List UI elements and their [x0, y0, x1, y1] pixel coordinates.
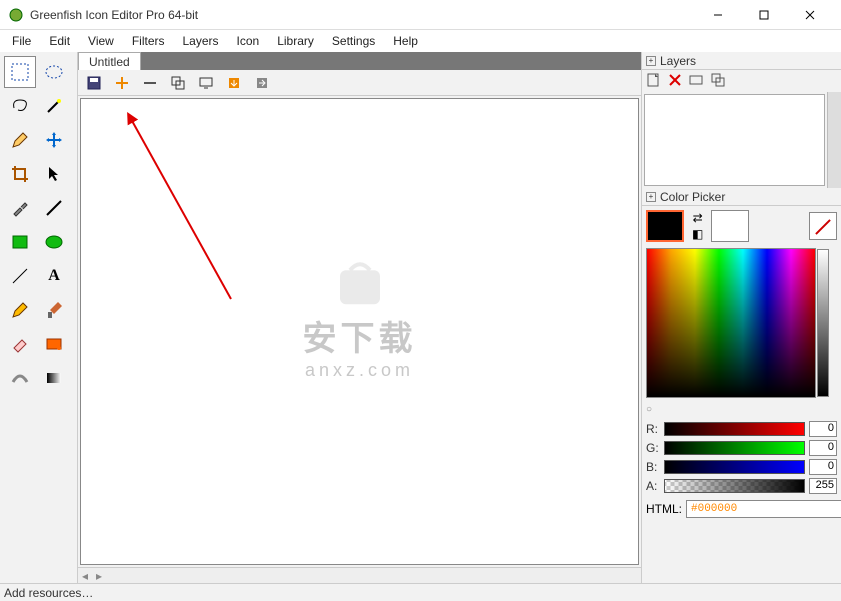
duplicate-icon[interactable] — [168, 73, 188, 93]
a-slider[interactable] — [664, 479, 805, 493]
tool-wand[interactable] — [38, 90, 70, 122]
html-color-input[interactable] — [686, 500, 841, 518]
minimize-button[interactable] — [695, 0, 741, 30]
tool-select-rect[interactable] — [4, 56, 36, 88]
b-value[interactable]: 0 — [809, 459, 837, 475]
tool-pencil[interactable] — [4, 124, 36, 156]
tool-brush[interactable] — [4, 294, 36, 326]
g-value[interactable]: 0 — [809, 440, 837, 456]
menu-layers[interactable]: Layers — [175, 32, 227, 50]
tool-pointer[interactable] — [38, 158, 70, 190]
horizontal-scrollbar[interactable]: ◂ ▸ — [78, 567, 641, 583]
tool-smudge[interactable] — [4, 362, 36, 394]
close-button[interactable] — [787, 0, 833, 30]
tool-text[interactable]: A — [38, 260, 70, 292]
layers-panel-header[interactable]: + Layers — [642, 52, 841, 70]
toolbox: A — [0, 52, 78, 583]
layers-scrollbar[interactable] — [827, 92, 841, 188]
tab-untitled[interactable]: Untitled — [78, 52, 141, 70]
scroll-right-icon[interactable]: ▸ — [92, 569, 106, 583]
workspace: Untitled 安下载 anxz.com ◂ ▸ — [78, 52, 641, 583]
watermark-text-bottom: anxz.com — [303, 360, 417, 381]
duplicate-layer-icon[interactable] — [688, 72, 704, 91]
save-icon[interactable] — [84, 73, 104, 93]
menu-settings[interactable]: Settings — [324, 32, 383, 50]
menu-view[interactable]: View — [80, 32, 122, 50]
tool-rect-fill[interactable] — [4, 226, 36, 258]
g-slider[interactable] — [664, 441, 805, 455]
tool-bucket[interactable] — [38, 328, 70, 360]
statusbar: Add resources… — [0, 583, 841, 601]
plus-expander-icon[interactable]: + — [646, 56, 656, 66]
a-value[interactable]: 255 — [809, 478, 837, 494]
right-panels: + Layers + Color Picker ⇄ ◧ — [641, 52, 841, 583]
color-picker-header[interactable]: + Color Picker — [642, 188, 841, 206]
export-right-icon[interactable] — [252, 73, 272, 93]
document-tabs: Untitled — [78, 52, 641, 70]
swap-colors-icon[interactable]: ⇄ — [693, 211, 703, 225]
b-label: B: — [646, 460, 660, 474]
a-label: A: — [646, 479, 660, 493]
menubar: File Edit View Filters Layers Icon Libra… — [0, 30, 841, 52]
menu-edit[interactable]: Edit — [41, 32, 78, 50]
menu-filters[interactable]: Filters — [124, 32, 173, 50]
tool-select-ellipse[interactable] — [38, 56, 70, 88]
export-down-icon[interactable] — [224, 73, 244, 93]
watermark-text-top: 安下载 — [303, 311, 417, 360]
no-color-icon[interactable] — [809, 212, 837, 240]
minus-icon[interactable] — [140, 73, 160, 93]
document-toolbar — [78, 70, 641, 96]
tool-line[interactable] — [38, 192, 70, 224]
g-label: G: — [646, 441, 660, 455]
scroll-left-icon[interactable]: ◂ — [78, 569, 92, 583]
maximize-button[interactable] — [741, 0, 787, 30]
color-field[interactable] — [646, 248, 816, 398]
tool-gradient[interactable] — [38, 362, 70, 394]
color-picker-title: Color Picker — [660, 190, 725, 204]
value-strip[interactable] — [817, 249, 829, 397]
menu-file[interactable]: File — [4, 32, 39, 50]
r-value[interactable]: 0 — [809, 421, 837, 437]
tool-ellipse-fill[interactable] — [38, 226, 70, 258]
menu-help[interactable]: Help — [385, 32, 426, 50]
html-label: HTML: — [646, 502, 682, 516]
tool-move[interactable] — [38, 124, 70, 156]
foreground-swatch[interactable] — [646, 210, 684, 242]
tool-line2[interactable] — [4, 260, 36, 292]
watermark: 安下载 anxz.com — [303, 258, 417, 381]
tool-paintbrush[interactable] — [38, 294, 70, 326]
monitor-icon[interactable] — [196, 73, 216, 93]
new-layer-icon[interactable] — [646, 72, 662, 91]
tab-filler — [141, 52, 641, 70]
merge-layer-icon[interactable] — [710, 72, 726, 91]
titlebar: Greenfish Icon Editor Pro 64-bit — [0, 0, 841, 30]
menu-icon[interactable]: Icon — [229, 32, 268, 50]
tool-lasso[interactable] — [4, 90, 36, 122]
app-icon — [8, 7, 24, 23]
layers-toolbar — [642, 70, 841, 92]
window-title: Greenfish Icon Editor Pro 64-bit — [30, 8, 695, 22]
default-colors-icon[interactable]: ◧ — [692, 227, 703, 241]
layer-list[interactable] — [644, 94, 825, 186]
menu-library[interactable]: Library — [269, 32, 322, 50]
tool-crop[interactable] — [4, 158, 36, 190]
color-indicator: ○ — [646, 404, 837, 415]
tab-label: Untitled — [89, 55, 130, 69]
r-slider[interactable] — [664, 422, 805, 436]
plus-expander-icon[interactable]: + — [646, 192, 656, 202]
plus-icon[interactable] — [112, 73, 132, 93]
delete-layer-icon[interactable] — [668, 73, 682, 90]
status-text: Add resources… — [4, 586, 93, 600]
canvas[interactable]: 安下载 anxz.com — [80, 98, 639, 565]
background-swatch[interactable] — [711, 210, 749, 242]
layers-title: Layers — [660, 54, 696, 68]
r-label: R: — [646, 422, 660, 436]
tool-eraser[interactable] — [4, 328, 36, 360]
tool-eyedropper[interactable] — [4, 192, 36, 224]
b-slider[interactable] — [664, 460, 805, 474]
